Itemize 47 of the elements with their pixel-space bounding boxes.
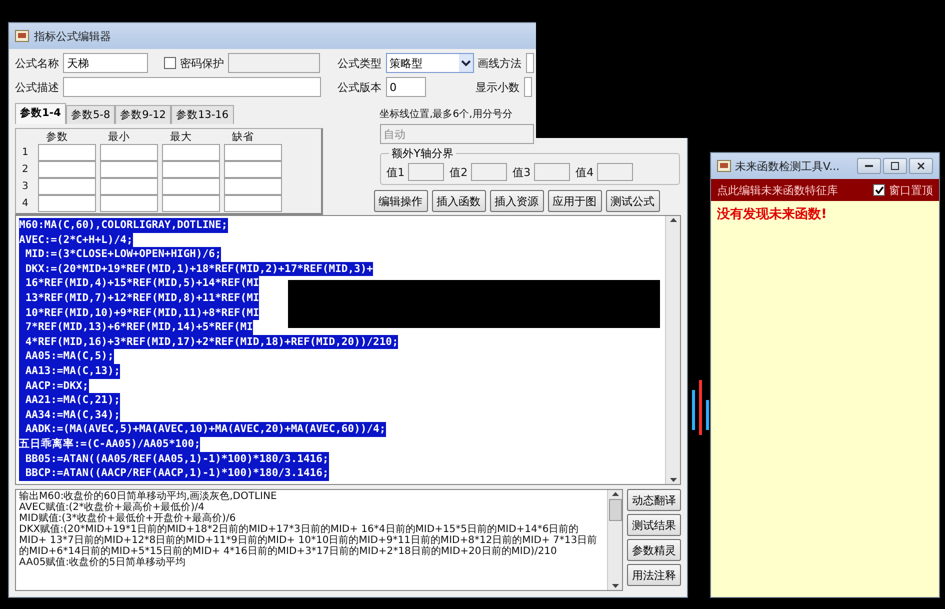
version-input-field[interactable]: 0 <box>386 77 426 97</box>
column-header: 参数 <box>45 130 69 144</box>
window-title: 指标公式编辑器 <box>34 28 111 44</box>
field-label: 显示小数 <box>476 80 520 94</box>
group-title: 额外Y轴分界 <box>388 146 456 161</box>
toolbar-button[interactable]: 插入资源 <box>490 190 544 212</box>
result-text: 没有发现未来函数! <box>717 207 827 222</box>
side-button[interactable]: 动态翻译 <box>627 489 681 511</box>
checkbox-label: 密码保护 <box>180 56 224 70</box>
row-number: 1 <box>22 147 30 158</box>
toolbar-button[interactable]: 插入函数 <box>432 190 486 212</box>
column-header: 最小 <box>107 130 131 144</box>
field-label: 公式类型 <box>338 56 382 70</box>
param-tab[interactable]: 参数9-12 <box>115 105 171 124</box>
field-label: 值3 <box>512 164 531 180</box>
edit-library-link[interactable]: 点此编辑未来函数特征库 <box>717 182 838 198</box>
output-text: AVEC赋值:(2*收盘价+最高价+最低价)/4 <box>19 502 204 513</box>
param-tab[interactable]: 参数1-4 <box>15 103 66 124</box>
name-input-field[interactable]: 天梯 <box>63 53 148 73</box>
field-label: 公式描述 <box>15 80 59 94</box>
row-number: 3 <box>22 181 30 192</box>
axis-hint-text: 坐标线位置,最多6个,用分号分 <box>380 108 514 121</box>
toolbar-button[interactable]: 应用于图 <box>548 190 602 212</box>
side-button[interactable]: 参数精灵 <box>627 539 681 561</box>
field-label: 公式版本 <box>338 80 382 94</box>
field-label: 值1 <box>386 164 405 180</box>
param-tab[interactable]: 参数13-16 <box>170 105 234 124</box>
output-text: 输出M60:收盘价的60日简单移动平均,画淡灰色,DOTLINE <box>19 491 278 502</box>
checkbox-label: 窗口置顶 <box>889 182 933 198</box>
side-button[interactable]: 测试结果 <box>627 514 681 536</box>
side-button[interactable]: 用法注释 <box>627 564 681 586</box>
field-label: 值2 <box>450 164 468 180</box>
output-text: MID赋值:(3*收盘价+最低价+开盘价+最高价)/6 <box>19 513 237 524</box>
row-number: 2 <box>22 164 30 175</box>
type-dropdown[interactable]: 策略型 <box>386 53 474 73</box>
window-title: 未来函数检测工具V... <box>735 158 840 174</box>
field-label: 公式名称 <box>15 56 59 70</box>
toolbar-button[interactable]: 编辑操作 <box>374 190 428 212</box>
field-label: 画线方法 <box>478 56 522 70</box>
column-header: 缺省 <box>231 130 255 144</box>
row-number: 4 <box>22 198 30 209</box>
output-text: AA05赋值:收盘价的5日简单移动平均 <box>19 557 186 568</box>
field-label: 值4 <box>576 164 594 180</box>
output-text: DKX赋值:(20*MID+19*1日前的MID+18*2日前的MID+17*3日前的MID+ 16*4日前的MID+15*5日前的MID+14*6日前的MID+ 13*7日前的MID+12*8日前的MID+11*9日前的MID+ 10*10日前的MID+9*11日前的MID+8*12日前的MID+ 7*13日前的MID+6*14日前的MID+5*15日前的MID+ 4*16日前的MID+3*17日前的MID+2*18日前的MID+20日前的MID)/210 <box>19 524 598 557</box>
param-tab[interactable]: 参数5-8 <box>66 105 116 124</box>
column-header: 最大 <box>169 130 193 144</box>
toolbar-button[interactable]: 测试公式 <box>606 190 660 212</box>
